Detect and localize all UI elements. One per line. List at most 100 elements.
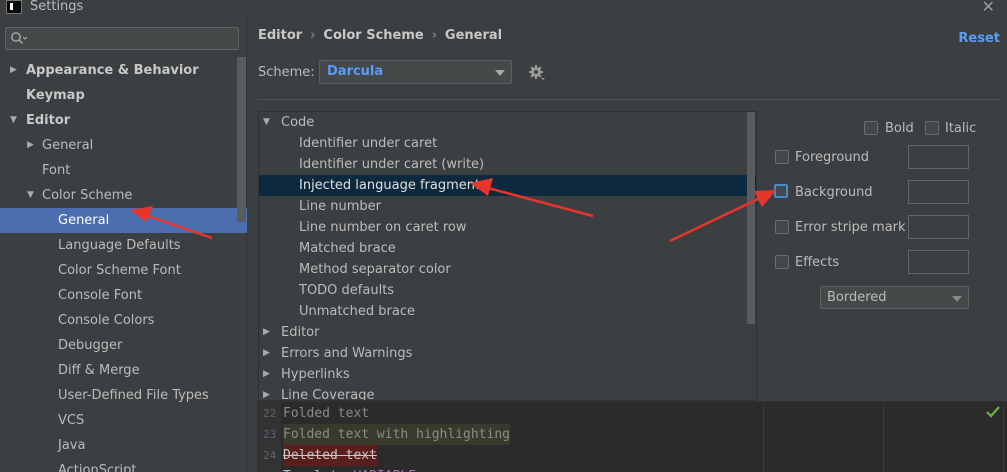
error-stripe-checkbox[interactable]	[775, 220, 789, 234]
preview-text: Deleted text	[283, 445, 377, 466]
attribute-item-line-coverage[interactable]: ▶ Line Coverage	[259, 385, 756, 400]
inspection-ok-icon	[986, 406, 1000, 418]
effects-checkbox[interactable]	[775, 255, 789, 269]
preview-text: Folded text with highlighting	[283, 424, 510, 445]
sidebar-item-general[interactable]: General	[0, 208, 247, 233]
breadcrumb-item-general: General	[444, 28, 503, 43]
breadcrumb-separator: ›	[431, 28, 437, 43]
attribute-item-label: TODO defaults	[299, 283, 395, 298]
background-label: Background	[795, 185, 873, 200]
expand-arrow-icon[interactable]: ▼	[263, 112, 270, 133]
line-number: 25	[263, 466, 279, 472]
expand-arrow-icon[interactable]: ▼	[10, 108, 17, 133]
attribute-item-identifier-under-caret-write[interactable]: Identifier under caret (write)	[259, 154, 756, 175]
sidebar-item-console-font[interactable]: Console Font	[0, 283, 247, 308]
sidebar-item-console-colors[interactable]: Console Colors	[0, 308, 247, 333]
attribute-item-label: Line number on caret row	[299, 220, 467, 235]
scheme-dropdown[interactable]: Darcula	[319, 60, 512, 84]
preview-text: Template VARIABLE	[283, 466, 416, 472]
reset-link[interactable]: Reset	[958, 31, 1000, 46]
italic-checkbox[interactable]	[925, 121, 939, 135]
attribute-item-label: Method separator color	[299, 262, 451, 277]
sidebar-item-language-defaults[interactable]: Language Defaults	[0, 233, 247, 258]
foreground-label: Foreground	[795, 150, 870, 165]
title-bar: Settings ✕	[0, 0, 1007, 16]
attribute-item-label: Unmatched brace	[299, 304, 415, 319]
foreground-checkbox[interactable]	[775, 150, 789, 164]
scheme-value: Darcula	[327, 64, 384, 79]
settings-tree: ▶ Appearance & Behavior Keymap ▼ Editor ▶ Gene…	[0, 58, 247, 472]
error-stripe-label: Error stripe mark	[795, 220, 906, 235]
attribute-item-line-number[interactable]: Line number	[259, 196, 756, 217]
sidebar-item-label: Keymap	[26, 88, 85, 103]
line-number: 22	[263, 407, 277, 420]
attribute-item-injected-language-fragment[interactable]: Injected language fragment	[259, 175, 756, 196]
close-icon[interactable]: ✕	[982, 0, 995, 16]
background-checkbox[interactable]	[774, 184, 788, 198]
search-field[interactable]	[5, 27, 239, 50]
collapse-arrow-icon[interactable]: ▶	[263, 343, 270, 364]
effects-label: Effects	[795, 255, 840, 270]
sidebar-item-diff-merge[interactable]: Diff & Merge	[0, 358, 247, 383]
sidebar-item-label: Console Colors	[58, 313, 155, 328]
sidebar-item-label: VCS	[58, 413, 85, 428]
bold-label: Bold	[885, 121, 914, 136]
sidebar-item-font[interactable]: Font	[0, 158, 247, 183]
divider	[883, 402, 884, 472]
attribute-item-label: Matched brace	[299, 241, 396, 256]
sidebar-item-debugger[interactable]: Debugger	[0, 333, 247, 358]
attribute-item-code[interactable]: ▼ Code	[259, 112, 756, 133]
attribute-item-matched-brace[interactable]: Matched brace	[259, 238, 756, 259]
error-stripe-color-swatch[interactable]	[908, 215, 969, 239]
preview-editor[interactable]: 22 Folded text 23 Folded text with highligh…	[257, 401, 1007, 472]
attribute-item-editor[interactable]: ▶ Editor	[259, 322, 756, 343]
attribute-item-unmatched-brace[interactable]: Unmatched brace	[259, 301, 756, 322]
foreground-color-swatch[interactable]	[908, 145, 969, 169]
sidebar-item-label: Editor	[26, 113, 71, 128]
attribute-item-label: Editor	[281, 325, 320, 340]
settings-sidebar: ▶ Appearance & Behavior Keymap ▼ Editor ▶ Gene…	[0, 16, 247, 472]
effects-color-swatch[interactable]	[908, 250, 969, 274]
sidebar-item-label: General	[58, 213, 110, 228]
attribute-item-identifier-under-caret[interactable]: Identifier under caret	[259, 133, 756, 154]
attribute-item-todo-defaults[interactable]: TODO defaults	[259, 280, 756, 301]
attribute-item-errors-and-warnings[interactable]: ▶ Errors and Warnings	[259, 343, 756, 364]
line-number: 23	[263, 428, 277, 441]
attribute-item-label: Line number	[299, 199, 381, 214]
sidebar-item-keymap[interactable]: Keymap	[0, 83, 247, 108]
sidebar-item-color-scheme-font[interactable]: Color Scheme Font	[0, 258, 247, 283]
sidebar-item-label: Debugger	[58, 338, 123, 353]
sidebar-item-color-scheme[interactable]: ▼ Color Scheme	[0, 183, 247, 208]
sidebar-item-appearance-behavior[interactable]: ▶ Appearance & Behavior	[0, 58, 247, 83]
sidebar-item-actionscript[interactable]: ActionScript	[0, 458, 247, 472]
bold-checkbox[interactable]	[864, 121, 878, 135]
sidebar-item-vcs[interactable]: VCS	[0, 408, 247, 433]
collapse-arrow-icon[interactable]: ▶	[263, 385, 270, 400]
sidebar-item-label: Diff & Merge	[58, 363, 140, 378]
search-icon	[11, 32, 28, 45]
collapse-arrow-icon[interactable]: ▶	[263, 364, 270, 385]
sidebar-item-java[interactable]: Java	[0, 433, 247, 458]
sidebar-item-label: Font	[42, 163, 71, 178]
sidebar-item-label: Java	[58, 438, 86, 453]
sidebar-item-user-defined-file-types[interactable]: User-Defined File Types	[0, 383, 247, 408]
attribute-item-line-number-on-caret-row[interactable]: Line number on caret row	[259, 217, 756, 238]
collapse-arrow-icon[interactable]: ▶	[27, 133, 34, 158]
attribute-item-method-separator-color[interactable]: Method separator color	[259, 259, 756, 280]
expand-arrow-icon[interactable]: ▼	[27, 183, 34, 208]
effects-type-value: Bordered	[827, 290, 887, 305]
background-color-swatch[interactable]	[908, 180, 969, 204]
collapse-arrow-icon[interactable]: ▶	[263, 322, 270, 343]
attribute-tree-scrollbar[interactable]	[747, 112, 755, 324]
sidebar-item-label: User-Defined File Types	[58, 388, 209, 403]
divider	[257, 99, 1000, 100]
attribute-item-hyperlinks[interactable]: ▶ Hyperlinks	[259, 364, 756, 385]
gear-icon[interactable]	[528, 64, 546, 82]
sidebar-item-label: Color Scheme	[42, 188, 133, 203]
effects-type-dropdown[interactable]: Bordered	[820, 286, 969, 309]
collapse-arrow-icon[interactable]: ▶	[10, 58, 17, 83]
sidebar-item-editor[interactable]: ▼ Editor	[0, 108, 247, 133]
search-input[interactable]	[32, 30, 232, 47]
sidebar-item-general[interactable]: ▶ General	[0, 133, 247, 158]
sidebar-scrollbar[interactable]	[237, 57, 246, 222]
